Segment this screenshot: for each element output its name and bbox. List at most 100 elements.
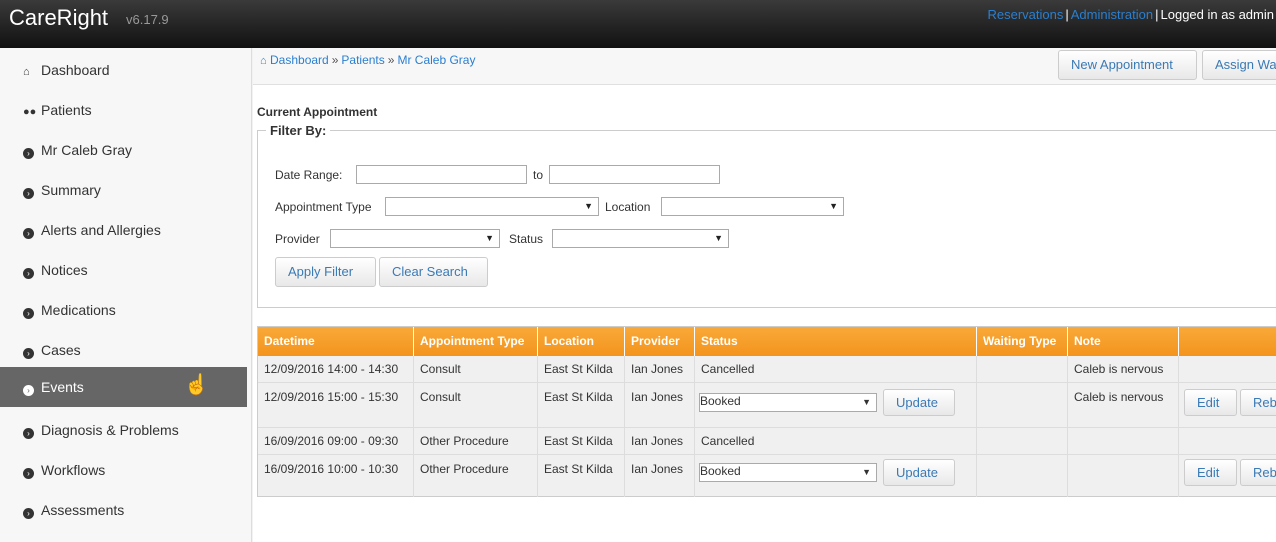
- sidebar-item-patient[interactable]: › Mr Caleb Gray: [0, 130, 247, 170]
- sidebar-item-alerts[interactable]: › Alerts and Allergies: [0, 210, 247, 250]
- chevron-circle-right-icon: ›: [23, 468, 34, 479]
- update-button[interactable]: Update: [883, 389, 955, 416]
- breadcrumb-patient[interactable]: Mr Caleb Gray: [397, 53, 475, 67]
- dropdown-arrow-icon: ▼: [862, 397, 871, 407]
- status-select[interactable]: ▼: [552, 229, 729, 248]
- users-icon: ●●: [23, 106, 37, 118]
- top-navbar: CareRight v6.17.9 Reservations | Administr…: [0, 0, 1276, 48]
- rebook-button[interactable]: Reb: [1240, 459, 1276, 486]
- edit-button[interactable]: Edit: [1184, 389, 1237, 416]
- update-button[interactable]: Update: [883, 459, 955, 486]
- cell-provider: Ian Jones: [625, 428, 695, 455]
- brand-logo[interactable]: CareRight: [9, 5, 108, 31]
- column-header-provider[interactable]: Provider: [625, 327, 695, 356]
- column-header-note[interactable]: Note: [1068, 327, 1179, 356]
- edit-button[interactable]: Edit: [1184, 459, 1237, 486]
- section-title: Current Appointment: [257, 105, 378, 119]
- sidebar: ⌂ Dashboard ●● Patients › Mr Caleb Gray › Su…: [0, 48, 252, 542]
- cell-provider: Ian Jones: [625, 356, 695, 383]
- chevron-circle-right-icon: ›: [23, 428, 34, 439]
- cell-waiting-type: [977, 356, 1068, 383]
- column-header-appointment-type[interactable]: Appointment Type: [414, 327, 538, 356]
- sidebar-item-events[interactable]: › Events: [0, 367, 247, 407]
- dropdown-arrow-icon: ▼: [829, 201, 838, 211]
- breadcrumb-dashboard[interactable]: Dashboard: [270, 53, 329, 67]
- chevron-circle-right-icon: ›: [23, 148, 34, 159]
- sidebar-item-label: Alerts and Allergies: [41, 222, 161, 238]
- rebook-button[interactable]: Reb: [1240, 389, 1276, 416]
- appointment-type-select[interactable]: ▼: [385, 197, 599, 216]
- appointments-table: Datetime Appointment Type Location Provi…: [257, 326, 1276, 497]
- cell-provider: Ian Jones: [625, 455, 695, 497]
- sidebar-item-medications[interactable]: › Medications: [0, 290, 247, 330]
- sidebar-item-workflows[interactable]: › Workflows: [0, 450, 247, 490]
- sidebar-item-diagnosis[interactable]: › Diagnosis & Problems: [0, 410, 247, 450]
- column-header-location[interactable]: Location: [538, 327, 625, 356]
- cell-note: [1068, 428, 1179, 455]
- cell-note: [1068, 455, 1179, 497]
- reservations-link[interactable]: Reservations: [987, 7, 1063, 22]
- sidebar-item-label: Events: [41, 379, 84, 395]
- sidebar-item-summary[interactable]: › Summary: [0, 170, 247, 210]
- column-header-datetime[interactable]: Datetime: [258, 327, 414, 356]
- sidebar-item-notices[interactable]: › Notices: [0, 250, 247, 290]
- cell-type: Other Procedure: [414, 428, 538, 455]
- chevron-circle-right-icon: ›: [23, 228, 34, 239]
- table-row: 16/09/2016 09:00 - 09:30 Other Procedure…: [258, 428, 1276, 455]
- status-select[interactable]: Booked ▼: [699, 463, 877, 482]
- table-row: 12/09/2016 14:00 - 14:30 Consult East St…: [258, 356, 1276, 383]
- cell-actions: Edit Reb: [1179, 455, 1276, 497]
- breadcrumb: ⌂ Dashboard» Patients» Mr Caleb Gray: [260, 53, 475, 67]
- cell-waiting-type: [977, 455, 1068, 497]
- chevron-circle-right-icon: ›: [23, 188, 34, 199]
- date-to-input[interactable]: [549, 165, 720, 184]
- location-select[interactable]: ▼: [661, 197, 844, 216]
- column-header-waiting-type[interactable]: Waiting Type: [977, 327, 1068, 356]
- dropdown-arrow-icon: ▼: [584, 201, 593, 211]
- link-separator: |: [1155, 7, 1159, 22]
- administration-link[interactable]: Administration: [1071, 7, 1153, 22]
- apply-filter-button[interactable]: Apply Filter: [275, 257, 376, 287]
- breadcrumb-patients[interactable]: Patients: [341, 53, 384, 67]
- app-version: v6.17.9: [126, 12, 169, 27]
- sidebar-item-dashboard[interactable]: ⌂ Dashboard: [0, 50, 247, 90]
- assign-button[interactable]: Assign Wa: [1202, 50, 1276, 80]
- date-to-label: to: [533, 168, 544, 182]
- chevron-circle-right-icon: ›: [23, 348, 34, 359]
- dropdown-arrow-icon: ▼: [714, 233, 723, 243]
- link-separator: |: [1065, 7, 1069, 22]
- breadcrumb-bar: ⌂ Dashboard» Patients» Mr Caleb Gray New A…: [253, 48, 1276, 85]
- sidebar-item-assessments[interactable]: › Assessments: [0, 490, 247, 530]
- date-from-input[interactable]: [356, 165, 527, 184]
- clear-search-button[interactable]: Clear Search: [379, 257, 488, 287]
- sidebar-item-label: Medications: [41, 302, 116, 318]
- cell-location: East St Kilda: [538, 428, 625, 455]
- cell-datetime: 16/09/2016 10:00 - 10:30: [258, 455, 414, 497]
- provider-select[interactable]: ▼: [330, 229, 500, 248]
- cell-status: Booked ▼ Update: [695, 455, 977, 497]
- cell-waiting-type: [977, 428, 1068, 455]
- cell-type: Other Procedure: [414, 455, 538, 497]
- status-label: Status: [509, 232, 544, 246]
- new-appointment-button[interactable]: New Appointment: [1058, 50, 1197, 80]
- cell-note: Caleb is nervous: [1068, 383, 1179, 428]
- column-header-status[interactable]: Status: [695, 327, 977, 356]
- cell-type: Consult: [414, 383, 538, 428]
- top-links: Reservations | Administration | Logged in as…: [987, 7, 1274, 22]
- chevron-circle-right-icon: ›: [23, 268, 34, 279]
- status-select[interactable]: Booked ▼: [699, 393, 877, 412]
- sidebar-item-patients[interactable]: ●● Patients: [0, 90, 247, 130]
- dropdown-arrow-icon: ▼: [862, 467, 871, 477]
- main-content: Current Appointment Filter By: Date Rang…: [253, 85, 1276, 542]
- sidebar-item-label: Diagnosis & Problems: [41, 422, 179, 438]
- sidebar-item-label: Mr Caleb Gray: [41, 142, 133, 158]
- cell-status: Booked ▼ Update: [695, 383, 977, 428]
- table-row: 16/09/2016 10:00 - 10:30 Other Procedure…: [258, 455, 1276, 497]
- logged-in-user: Logged in as admin: [1160, 7, 1274, 22]
- cell-type: Consult: [414, 356, 538, 383]
- filter-legend: Filter By:: [266, 123, 331, 138]
- sidebar-item-cases[interactable]: › Cases: [0, 330, 247, 370]
- table-header: Datetime Appointment Type Location Provi…: [258, 327, 1276, 356]
- hand-cursor-icon: ☝: [184, 374, 209, 396]
- cell-provider: Ian Jones: [625, 383, 695, 428]
